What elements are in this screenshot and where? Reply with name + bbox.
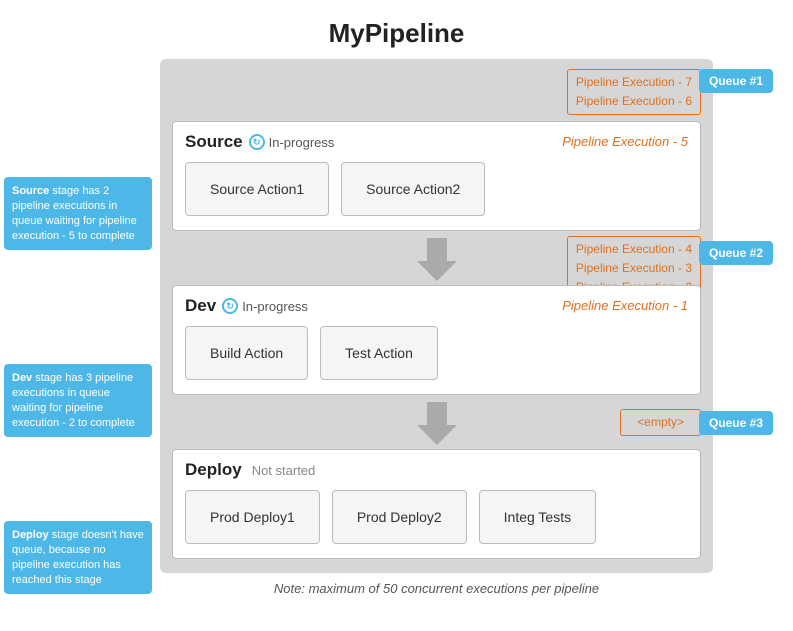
stage-source-status: ↻ In-progress [249,134,335,150]
deploy-actions-row: Prod Deploy1 Prod Deploy2 Integ Tests [185,490,688,544]
page-title: MyPipeline [0,0,793,59]
inprogress-icon-2: ↻ [222,298,238,314]
stage-deploy: Deploy Not started Prod Deploy1 Prod Dep… [172,449,701,559]
stage-source: Source ↻ In-progress Pipeline Execution … [172,121,701,231]
stage-deploy-name: Deploy [185,460,242,480]
source-actions-row: Source Action1 Source Action2 [185,162,688,216]
action-test: Test Action [320,326,438,380]
arrow-2 [172,395,701,449]
annotation-deploy: Deploy stage doesn't have queue, because… [4,521,152,594]
stage-dev: Dev ↻ In-progress Pipeline Execution - 1… [172,285,701,395]
pipeline-wrapper: Queue #1 Pipeline Execution - 7Pipeline … [160,59,713,573]
queue-1-executions: Pipeline Execution - 7Pipeline Execution… [567,69,701,115]
stage-dev-header: Dev ↻ In-progress Pipeline Execution - 1 [185,296,688,316]
action-prod1: Prod Deploy1 [185,490,320,544]
action-integ: Integ Tests [479,490,596,544]
stage-dev-status: ↻ In-progress [222,298,308,314]
stage-source-header: Source ↻ In-progress Pipeline Execution … [185,132,688,152]
queue-3-label: Queue #3 [699,411,773,435]
stage-source-execution: Pipeline Execution - 5 [562,134,688,149]
annotation-dev: Dev stage has 3 pipeline executions in q… [4,364,152,437]
action-source1: Source Action1 [185,162,329,216]
arrow-down-svg-1 [412,233,462,283]
main-container: MyPipeline Source stage has 2 pipeline e… [0,0,793,596]
stage-deploy-header: Deploy Not started [185,460,688,480]
arrow-1 [172,231,701,285]
arrow-down-svg-2 [412,397,462,447]
note-text: Note: maximum of 50 concurrent execution… [160,581,713,596]
stage-deploy-status: Not started [252,463,316,478]
queue-1-label: Queue #1 [699,69,773,93]
annotation-source: Source stage has 2 pipeline executions i… [4,177,152,250]
action-build: Build Action [185,326,308,380]
action-source2: Source Action2 [341,162,485,216]
action-prod2: Prod Deploy2 [332,490,467,544]
inprogress-icon: ↻ [249,134,265,150]
stage-source-name: Source [185,132,243,152]
stage-dev-execution: Pipeline Execution - 1 [562,298,688,313]
stage-dev-name: Dev [185,296,216,316]
queue-2-label: Queue #2 [699,241,773,265]
dev-actions-row: Build Action Test Action [185,326,688,380]
